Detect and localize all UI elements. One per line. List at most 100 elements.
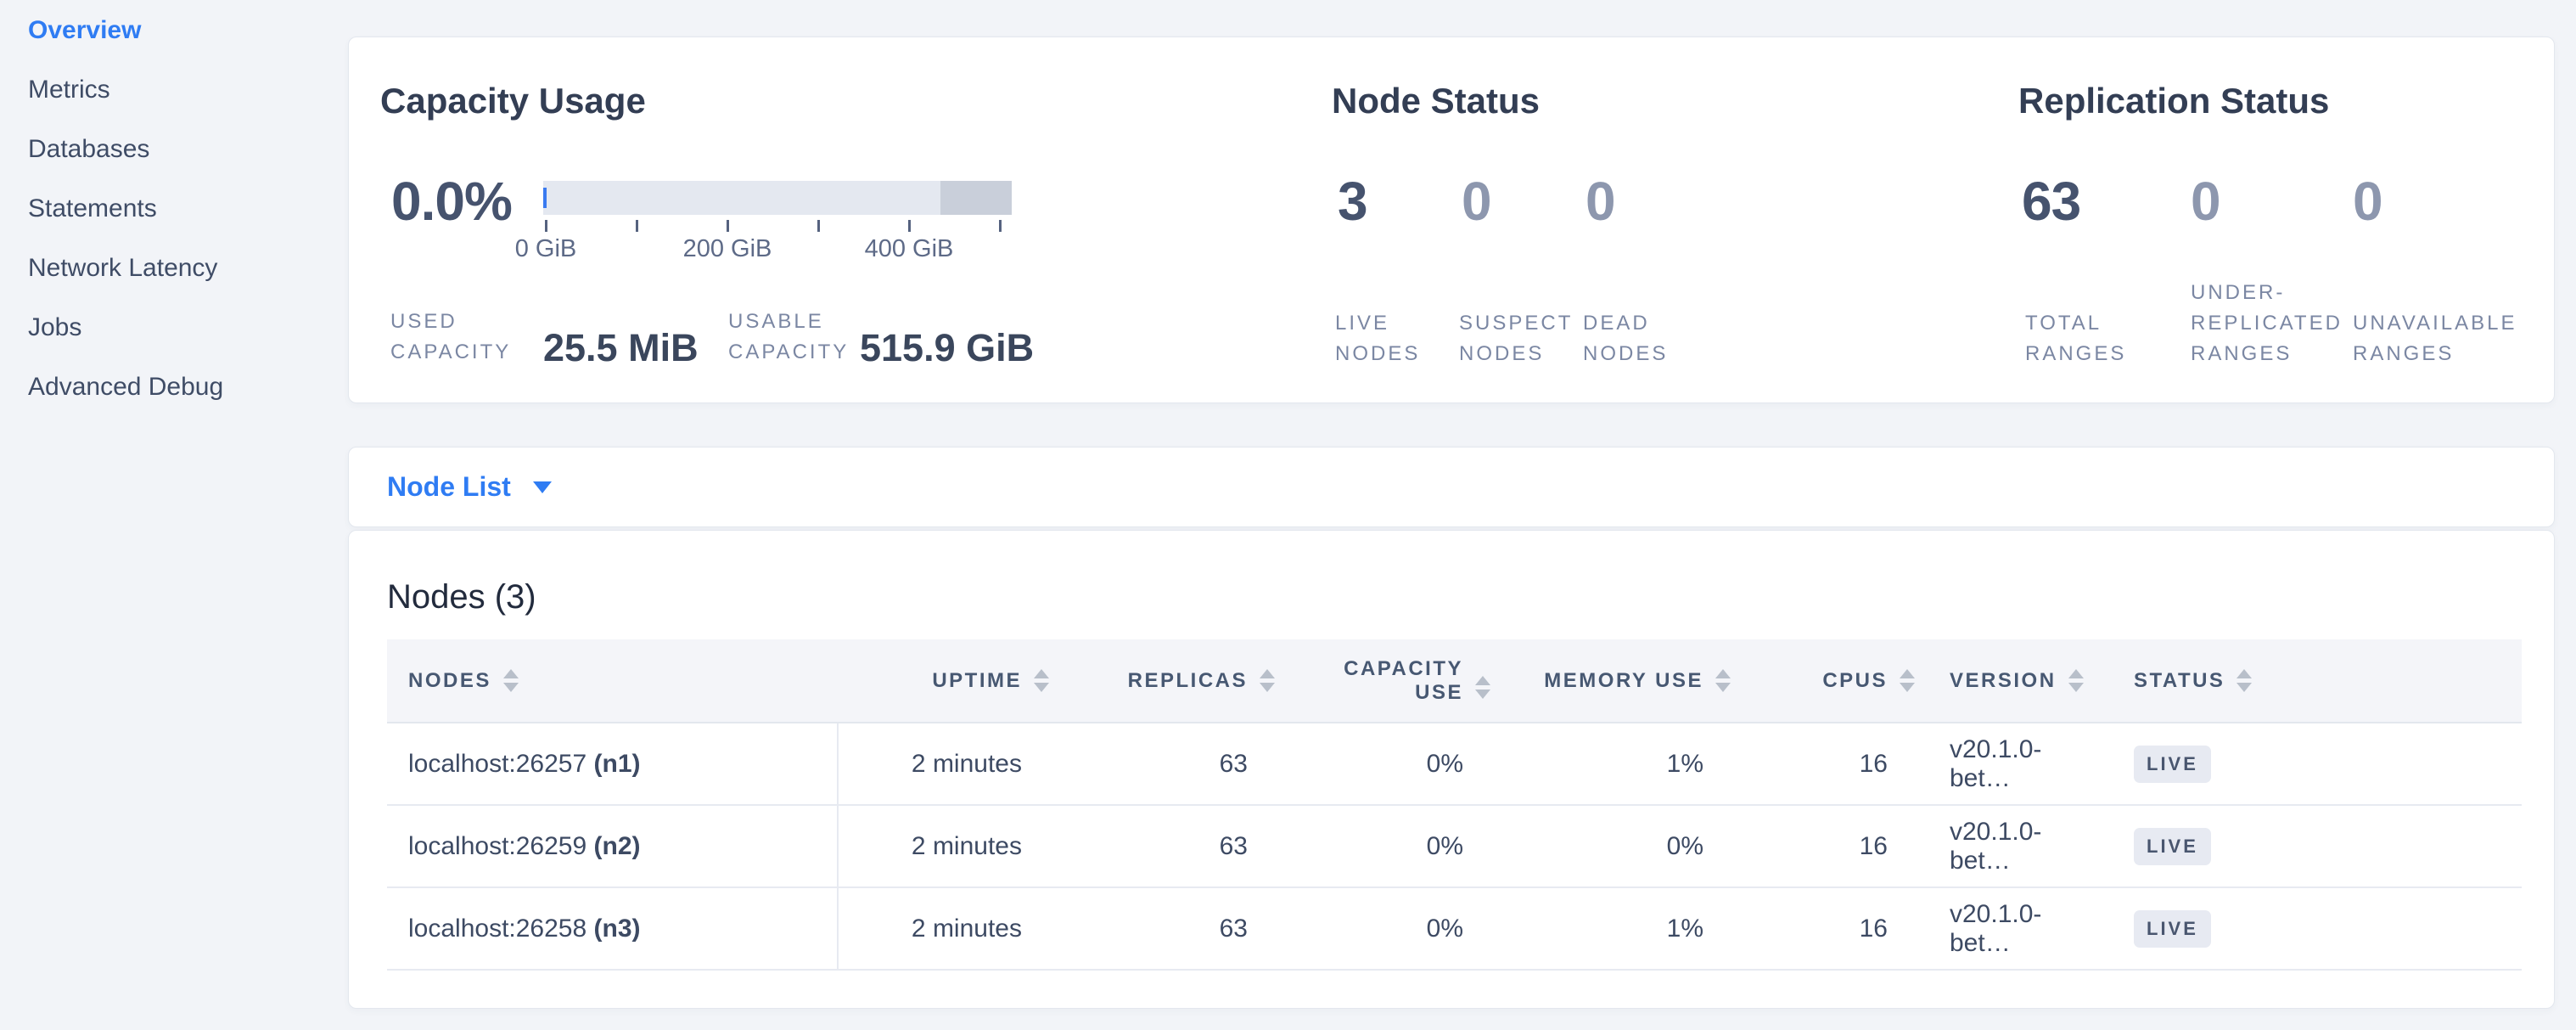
capacity-use-cell: 0%	[1270, 805, 1495, 887]
usable-capacity-label: USABLE CAPACITY	[728, 307, 849, 368]
node-id: (n1)	[594, 750, 641, 778]
axis-tick	[545, 220, 547, 232]
node-address-cell: localhost:26257 (n1)	[387, 723, 838, 805]
node-status-title: Node Status	[1332, 82, 1540, 121]
cpus-cell: 16	[1732, 805, 1917, 887]
capacity-bar-used-segment	[543, 188, 547, 208]
sort-arrows-icon	[503, 669, 519, 692]
version-cell: v20.1.0-bet…	[1917, 723, 2102, 805]
sidebar: Overview Metrics Databases Statements Ne…	[0, 0, 348, 1030]
sidebar-item-databases[interactable]: Databases	[28, 132, 348, 166]
node-list-selector-card: Node List	[348, 447, 2555, 527]
capacity-use-cell: 0%	[1270, 887, 1495, 970]
live-nodes-count: 3	[1338, 171, 1367, 232]
uptime-cell: 2 minutes	[838, 805, 1041, 887]
used-capacity-label: USED CAPACITY	[390, 307, 511, 368]
axis-tick	[817, 220, 820, 232]
replicas-cell: 63	[1041, 723, 1270, 805]
node-address-cell: localhost:26259 (n2)	[387, 805, 838, 887]
suspect-nodes-count: 0	[1462, 171, 1491, 232]
column-header-memory-use[interactable]: MEMORY USE	[1495, 639, 1732, 723]
sort-arrows-icon	[1475, 676, 1490, 699]
memory-use-cell: 1%	[1495, 723, 1732, 805]
cluster-summary-card: Capacity Usage 0.0% 0 GiB 200 GiB 400 Gi…	[348, 37, 2555, 403]
column-header-cpus[interactable]: CPUS	[1732, 639, 1917, 723]
table-row[interactable]: localhost:26259 (n2) 2 minutes 63 0% 0% …	[387, 805, 2522, 887]
axis-label-400gib: 400 GiB	[865, 235, 954, 263]
node-list-dropdown-label: Node List	[387, 471, 511, 503]
capacity-bar-dark-segment	[940, 181, 1012, 215]
usable-capacity-value: 515.9 GiB	[860, 326, 1034, 370]
axis-tick	[727, 220, 729, 232]
table-header-row: NODES UPTIME REPLICAS CAPACITY USE	[387, 639, 2522, 723]
sort-arrows-icon	[2236, 669, 2252, 692]
dead-nodes-count: 0	[1585, 171, 1615, 232]
status-badge: LIVE	[2134, 746, 2211, 783]
capacity-use-cell: 0%	[1270, 723, 1495, 805]
table-row[interactable]: localhost:26258 (n3) 2 minutes 63 0% 1% …	[387, 887, 2522, 970]
replicas-cell: 63	[1041, 805, 1270, 887]
axis-label-200gib: 200 GiB	[683, 235, 772, 263]
node-id: (n2)	[594, 832, 641, 860]
under-replicated-ranges-label: UNDER- REPLICATED RANGES	[2191, 278, 2343, 369]
version-cell: v20.1.0-bet…	[1917, 805, 2102, 887]
axis-label-0gib: 0 GiB	[515, 235, 577, 263]
nodes-table-card: Nodes (3) NODES UPTIME	[348, 530, 2555, 1009]
status-cell: LIVE	[2102, 887, 2522, 970]
unavailable-ranges-label: UNAVAILABLE RANGES	[2353, 308, 2517, 369]
column-header-replicas[interactable]: REPLICAS	[1041, 639, 1270, 723]
capacity-used-percent: 0.0%	[391, 171, 512, 232]
chevron-down-icon	[533, 481, 552, 493]
sidebar-item-network-latency[interactable]: Network Latency	[28, 251, 348, 285]
sort-arrows-icon	[1034, 669, 1049, 692]
version-cell: v20.1.0-bet…	[1917, 887, 2102, 970]
sort-arrows-icon	[1715, 669, 1731, 692]
used-capacity-value: 25.5 MiB	[543, 326, 699, 370]
main-content: Capacity Usage 0.0% 0 GiB 200 GiB 400 Gi…	[348, 37, 2555, 1030]
live-nodes-label: LIVE NODES	[1335, 308, 1420, 369]
sidebar-item-overview[interactable]: Overview	[28, 14, 348, 48]
node-id: (n3)	[594, 915, 641, 943]
uptime-cell: 2 minutes	[838, 887, 1041, 970]
replicas-cell: 63	[1041, 887, 1270, 970]
column-header-nodes[interactable]: NODES	[387, 639, 838, 723]
table-row[interactable]: localhost:26257 (n1) 2 minutes 63 0% 1% …	[387, 723, 2522, 805]
total-ranges-label: TOTAL RANGES	[2025, 308, 2126, 369]
nodes-table-title: Nodes (3)	[387, 577, 2554, 617]
under-replicated-ranges-count: 0	[2191, 171, 2220, 232]
sidebar-item-metrics[interactable]: Metrics	[28, 73, 348, 107]
axis-tick	[908, 220, 911, 232]
nodes-table-wrapper: NODES UPTIME REPLICAS CAPACITY USE	[387, 639, 2520, 971]
axis-tick	[636, 220, 638, 232]
cpus-cell: 16	[1732, 887, 1917, 970]
memory-use-cell: 0%	[1495, 805, 1732, 887]
sort-arrows-icon	[2068, 669, 2084, 692]
axis-tick	[999, 220, 1002, 232]
cpus-cell: 16	[1732, 723, 1917, 805]
memory-use-cell: 1%	[1495, 887, 1732, 970]
sidebar-item-statements[interactable]: Statements	[28, 192, 348, 226]
column-header-capacity-use[interactable]: CAPACITY USE	[1270, 639, 1495, 723]
dead-nodes-label: DEAD NODES	[1583, 308, 1668, 369]
status-cell: LIVE	[2102, 805, 2522, 887]
status-cell: LIVE	[2102, 723, 2522, 805]
unavailable-ranges-count: 0	[2353, 171, 2382, 232]
suspect-nodes-label: SUSPECT NODES	[1459, 308, 1573, 369]
column-header-version[interactable]: VERSION	[1917, 639, 2102, 723]
sidebar-item-advanced-debug[interactable]: Advanced Debug	[28, 370, 348, 404]
nodes-table: NODES UPTIME REPLICAS CAPACITY USE	[387, 639, 2522, 971]
node-list-dropdown[interactable]: Node List	[387, 471, 552, 503]
column-header-uptime[interactable]: UPTIME	[838, 639, 1041, 723]
status-badge: LIVE	[2134, 828, 2211, 865]
sidebar-item-jobs[interactable]: Jobs	[28, 311, 348, 345]
status-badge: LIVE	[2134, 910, 2211, 948]
capacity-bar	[543, 181, 1012, 215]
total-ranges-count: 63	[2022, 171, 2080, 232]
sort-arrows-icon	[1260, 669, 1275, 692]
capacity-usage-title: Capacity Usage	[380, 82, 646, 121]
replication-status-title: Replication Status	[2018, 82, 2329, 121]
sort-arrows-icon	[1900, 669, 1915, 692]
node-address-cell: localhost:26258 (n3)	[387, 887, 838, 970]
uptime-cell: 2 minutes	[838, 723, 1041, 805]
column-header-status[interactable]: STATUS	[2102, 639, 2522, 723]
